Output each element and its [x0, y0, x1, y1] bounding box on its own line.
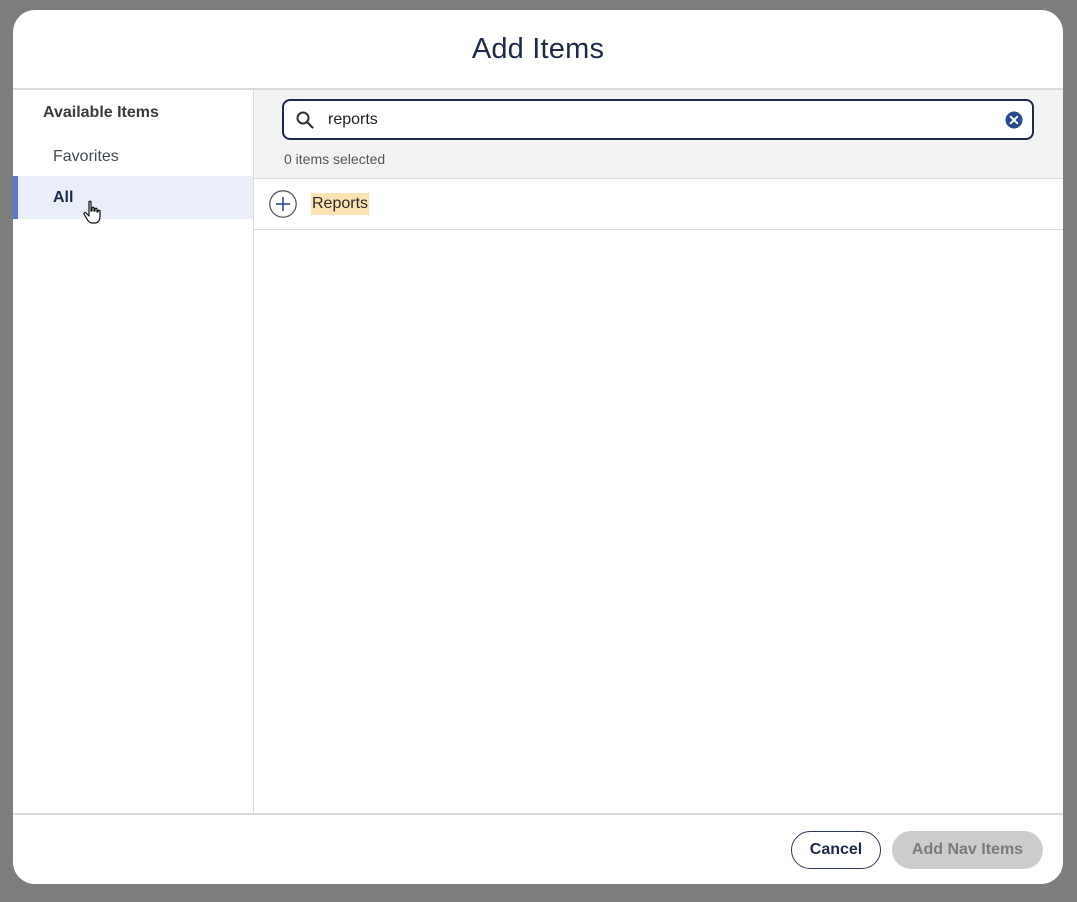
sidebar-item-all[interactable]: All [13, 176, 253, 219]
plus-circle-icon[interactable] [269, 190, 297, 218]
result-label: Reports [311, 193, 370, 215]
search-icon [294, 109, 316, 131]
sidebar-item-label: Favorites [53, 147, 119, 165]
add-items-dialog: Add Items Available Items Favorites All [13, 10, 1063, 884]
cancel-button[interactable]: Cancel [791, 831, 881, 869]
sidebar-item-label: All [53, 188, 74, 206]
clear-circle-icon[interactable] [1005, 111, 1023, 129]
available-items-sidebar: Available Items Favorites All [13, 90, 254, 813]
search-input[interactable] [326, 109, 990, 130]
sidebar-item-favorites[interactable]: Favorites [13, 135, 253, 178]
dialog-title: Add Items [471, 32, 605, 65]
add-nav-items-button[interactable]: Add Nav Items [892, 831, 1043, 869]
sidebar-heading: Available Items [43, 104, 159, 121]
items-panel: 0 items selected Reports [254, 90, 1063, 813]
dialog-footer: Cancel Add Nav Items [13, 813, 1063, 884]
dialog-header: Add Items [13, 10, 1063, 90]
search-box[interactable] [282, 99, 1034, 140]
search-toolbar: 0 items selected [254, 90, 1063, 179]
result-row[interactable]: Reports [254, 179, 1063, 230]
hand-pointer-cursor-icon [83, 200, 101, 224]
selected-count: 0 items selected [284, 151, 386, 167]
